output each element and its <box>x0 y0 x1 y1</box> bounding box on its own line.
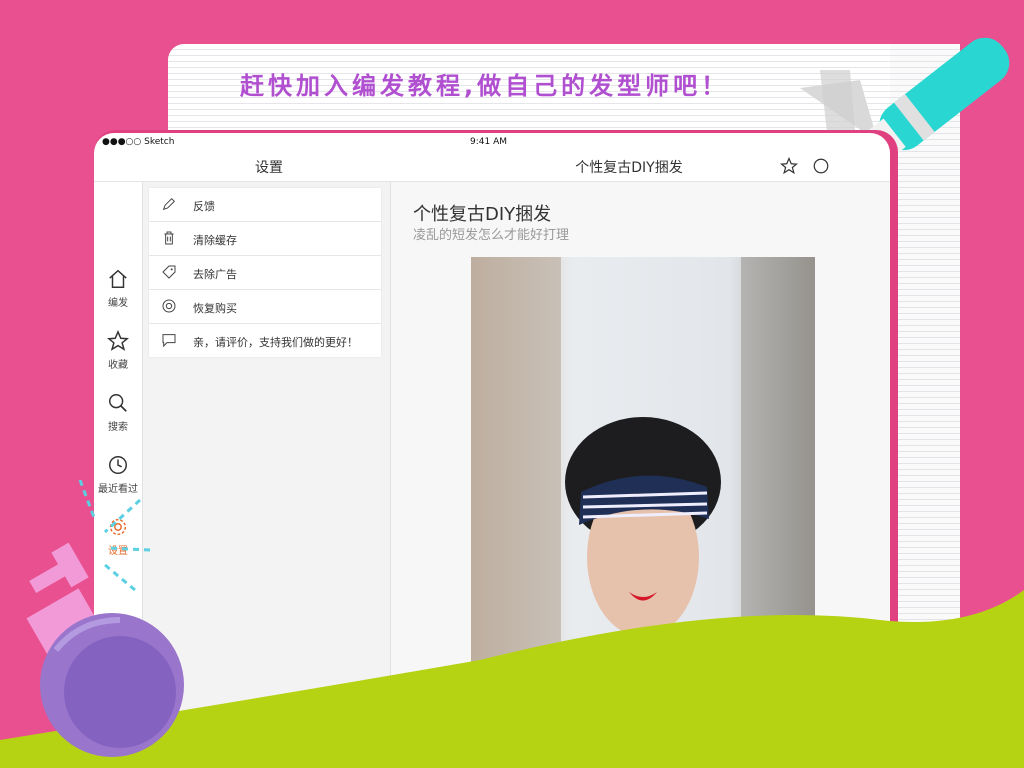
perfume-decoration <box>26 480 184 757</box>
